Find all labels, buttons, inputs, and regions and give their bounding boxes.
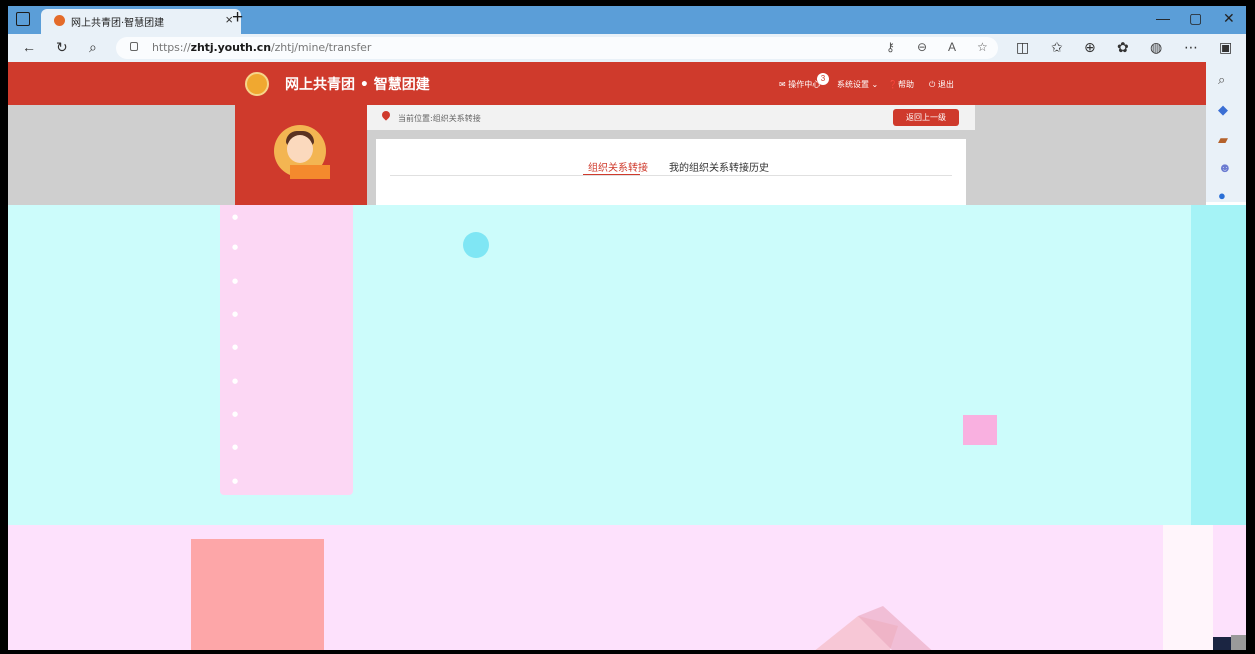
search-icon[interactable]: ⌕	[89, 39, 97, 56]
decorative-shape	[815, 606, 932, 650]
menu-item[interactable]: ●	[232, 443, 238, 451]
ops-center-link[interactable]: ✉ 操作中心	[779, 79, 820, 90]
menu-item[interactable]: ●	[232, 377, 238, 385]
extensions-icon[interactable]: ✿	[1117, 39, 1129, 56]
corrupted-block-pale	[1163, 525, 1213, 650]
content-panel: 组织关系转接 我的组织关系转接历史	[376, 139, 966, 205]
menu-item[interactable]: ●	[232, 213, 238, 221]
corner-block-gray	[1231, 635, 1246, 650]
tag-icon[interactable]: ◆	[1218, 102, 1228, 118]
corrupted-block	[191, 539, 324, 650]
logout-link[interactable]: ⏻ 退出	[929, 79, 954, 90]
menu-item[interactable]: ●	[232, 277, 238, 285]
search-icon[interactable]: ⌕	[1218, 72, 1225, 88]
url-text[interactable]: https://zhtj.youth.cn/zhtj/mine/transfer	[152, 41, 371, 54]
avatar-shirt	[290, 165, 330, 179]
browser-sidebar: ⌕ ◆ ▰ ☻ ●	[1206, 62, 1246, 203]
settings-menu[interactable]: 系统设置 ⌄	[837, 79, 878, 90]
avatar[interactable]	[274, 125, 330, 179]
location-pin-icon	[380, 109, 392, 121]
new-tab-button[interactable]: +	[232, 7, 243, 29]
profile-icon[interactable]: ◍	[1150, 39, 1162, 56]
restore-icon[interactable]: ▢	[1189, 10, 1202, 27]
corrupted-chip	[963, 415, 997, 445]
briefcase-icon[interactable]: ▰	[1218, 132, 1228, 148]
address-bar[interactable]: https://zhtj.youth.cn/zhtj/mine/transfer…	[116, 37, 998, 59]
tab-actions-icon[interactable]	[16, 12, 30, 26]
loading-indicator	[463, 232, 489, 258]
close-window-icon[interactable]: ✕	[1223, 10, 1235, 27]
avatar-face	[287, 135, 313, 163]
screen-frame: 网上共青团·智慧团建 × + — ▢ ✕ ← ↻ ⌕ https://zhtj.…	[8, 6, 1246, 650]
sidebar-toggle-icon[interactable]: ▣	[1219, 39, 1232, 56]
menu-item[interactable]: ●	[232, 343, 238, 351]
corrupted-region-cyan	[8, 205, 1246, 525]
menu-item[interactable]: ●	[232, 243, 238, 251]
help-link[interactable]: ❓帮助	[888, 79, 914, 90]
breadcrumb: 当前位置:组织关系转接 返回上一级	[367, 105, 975, 130]
people-icon[interactable]: ☻	[1218, 160, 1232, 175]
zoom-icon[interactable]: ⊖	[917, 40, 927, 54]
split-screen-icon[interactable]: ◫	[1016, 39, 1029, 56]
corrupted-sidebar-strip	[1191, 205, 1246, 525]
refresh-icon[interactable]: ↻	[56, 39, 68, 56]
tab-transfer-history[interactable]: 我的组织关系转接历史	[669, 159, 769, 174]
more-icon[interactable]: ⋯	[1184, 39, 1198, 56]
site-title: 网上共青团 • 智慧团建	[285, 77, 430, 93]
site-header: 网上共青团 • 智慧团建 ✉ 操作中心 3 系统设置 ⌄ ❓帮助 ⏻ 退出	[8, 62, 1206, 105]
profile-panel	[235, 105, 367, 205]
browser-tab-active[interactable]: 网上共青团·智慧团建 ×	[41, 9, 241, 34]
browser-toolbar: ← ↻ ⌕ https://zhtj.youth.cn/zhtj/mine/tr…	[8, 34, 1246, 62]
corner-block-dark	[1213, 637, 1231, 650]
menu-item[interactable]: ●	[232, 477, 238, 485]
league-emblem-icon	[245, 72, 269, 96]
lock-icon[interactable]	[130, 42, 138, 51]
favicon-icon	[54, 15, 65, 26]
favorites-icon[interactable]: ✩	[1051, 39, 1063, 56]
browser-tab-strip: 网上共青团·智慧团建 × + — ▢ ✕	[8, 6, 1246, 34]
back-icon[interactable]: ←	[22, 39, 36, 55]
tab-divider	[390, 175, 952, 176]
outlook-icon[interactable]: ●	[1218, 188, 1226, 203]
key-icon[interactable]: ⚷	[886, 40, 895, 54]
ops-count-badge: 3	[817, 73, 829, 85]
breadcrumb-text: 当前位置:组织关系转接	[398, 114, 481, 123]
read-aloud-icon[interactable]: A	[948, 40, 956, 54]
minimize-icon[interactable]: —	[1156, 10, 1170, 26]
tab-title: 网上共青团·智慧团建	[71, 18, 165, 29]
collections-icon[interactable]: ⊕	[1084, 39, 1096, 56]
menu-item[interactable]: ●	[232, 410, 238, 418]
back-button[interactable]: 返回上一级	[893, 109, 959, 126]
tab-transfer[interactable]: 组织关系转接	[588, 159, 648, 174]
side-menu-corrupted: ● ● ● ● ● ● ● ● ●	[220, 205, 353, 495]
favorite-star-icon[interactable]: ☆	[977, 40, 988, 54]
menu-item[interactable]: ●	[232, 310, 238, 318]
